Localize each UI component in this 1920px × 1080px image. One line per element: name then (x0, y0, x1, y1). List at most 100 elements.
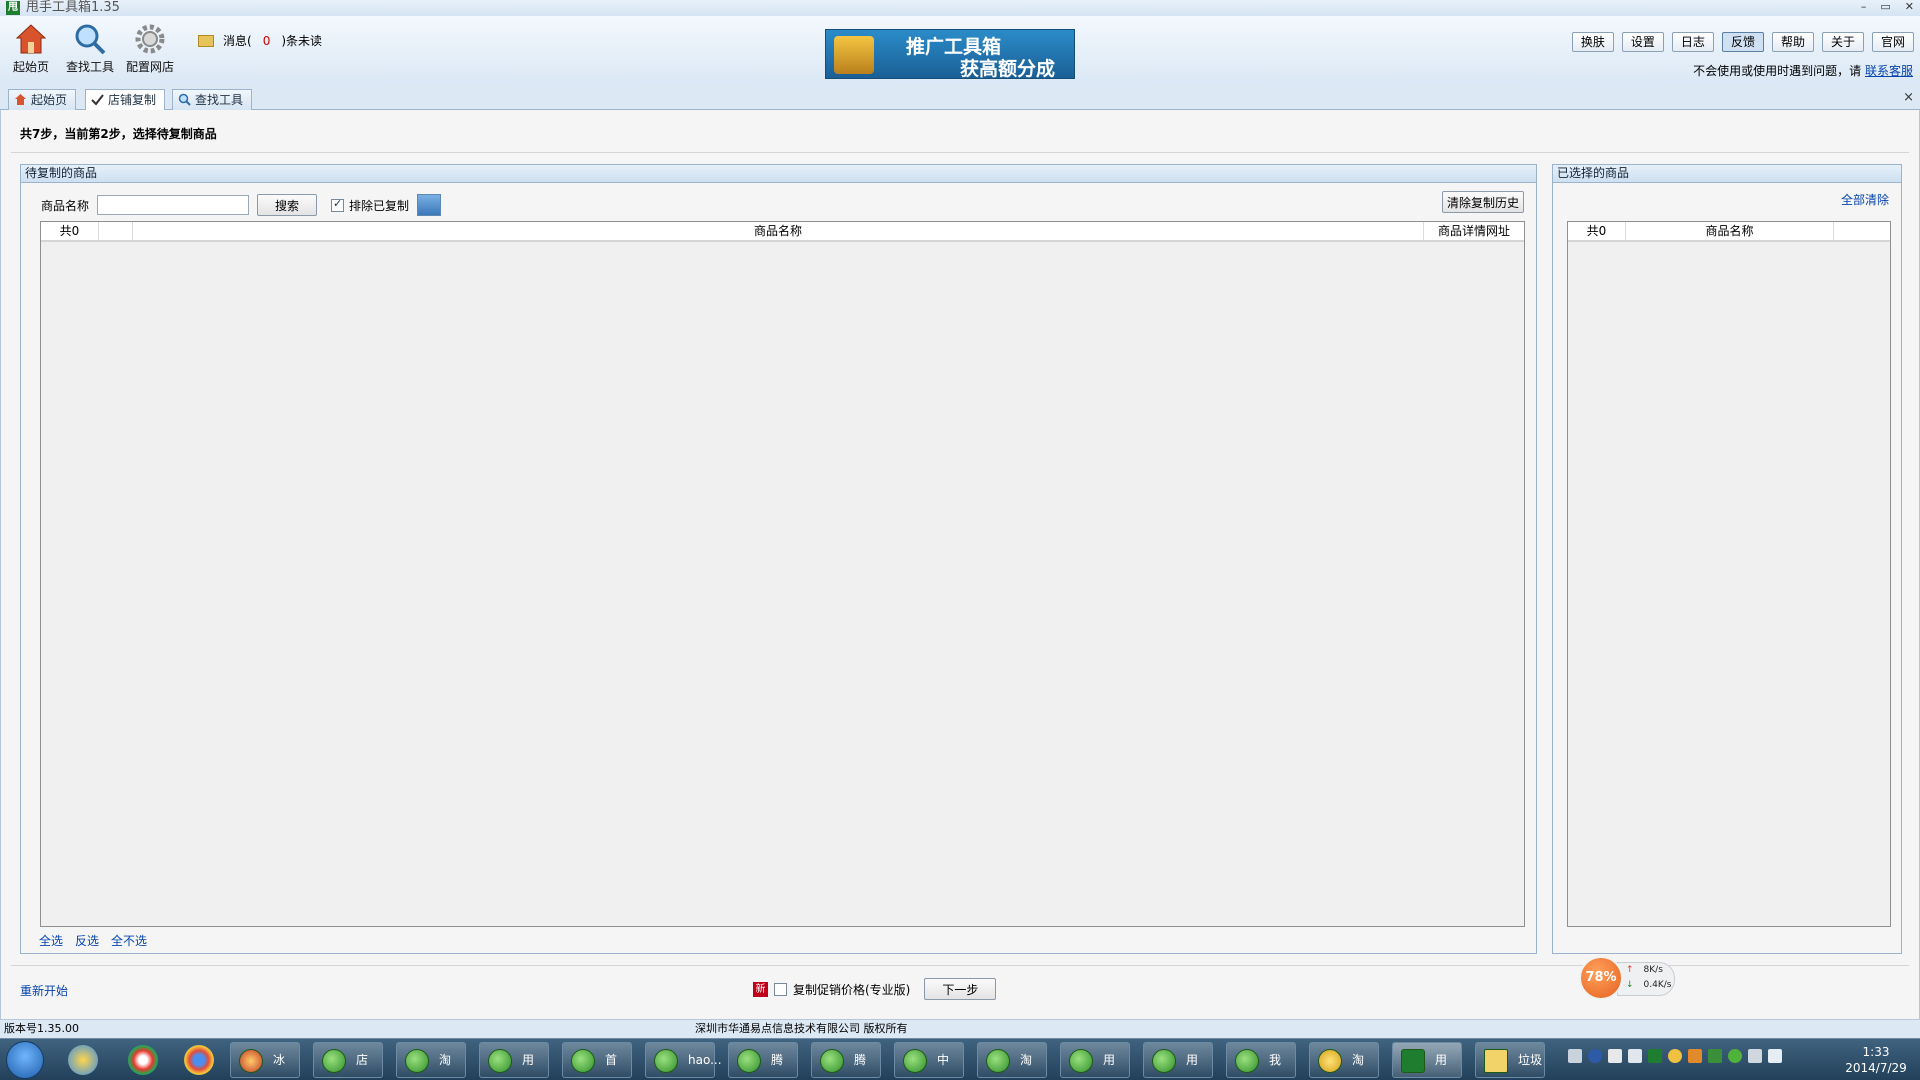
taskbar-task[interactable]: 淘宝... (1309, 1042, 1379, 1078)
copy-promo-price-label: 复制促销价格(专业版) (793, 982, 911, 997)
divider (11, 152, 1909, 153)
log-button[interactable]: 日志 (1671, 32, 1714, 52)
taskbar-task-label: 腾讯... (771, 1053, 784, 1067)
security-icon[interactable] (1728, 1049, 1742, 1063)
tab-find-tools[interactable]: 查找工具 (172, 89, 253, 110)
taskbar-task[interactable]: 用手... (1143, 1042, 1213, 1078)
taskbar-task[interactable]: 垃圾 (1475, 1042, 1545, 1078)
selection-links: 全选 反选 全不选 (39, 932, 147, 949)
copy-promo-price-checkbox[interactable] (774, 982, 787, 996)
exclude-copied-checkbox[interactable] (331, 197, 345, 212)
select-none-link[interactable]: 全不选 (111, 932, 147, 949)
camera-icon[interactable] (1628, 1049, 1642, 1063)
taskbar-task-label: 用手... (1435, 1053, 1448, 1067)
taskbar-task[interactable]: 用手... (479, 1042, 549, 1078)
close-button[interactable]: ✕ (1905, 0, 1914, 14)
help-button[interactable]: 帮助 (1771, 32, 1814, 52)
taskbar-task[interactable]: 腾讯... (728, 1042, 798, 1078)
message-indicator[interactable]: 消息( 0 )条未读 (198, 32, 322, 49)
start-button[interactable] (6, 1041, 44, 1079)
status-bar: 版本号1.35.00 深圳市华通易点信息技术有限公司 版权所有 (0, 1019, 1920, 1037)
app-icon (1152, 1049, 1176, 1073)
col-extra (1834, 222, 1890, 240)
clock[interactable]: 1:33 2014/7/29 (1836, 1044, 1916, 1076)
app-logo-icon: 甩 (6, 1, 20, 15)
taskbar-task[interactable]: 用手... (1392, 1042, 1462, 1078)
app-tray-icon[interactable] (1648, 1049, 1662, 1063)
taskbar-task-label: 店内... (356, 1053, 369, 1067)
tab-find-tools-label: 查找工具 (195, 93, 244, 107)
help-icon[interactable] (1588, 1049, 1602, 1063)
website-button[interactable]: 官网 (1871, 32, 1914, 52)
pending-products-table[interactable]: 共0 商品名称 商品详情网址 (40, 221, 1525, 927)
quicklaunch-media-icon[interactable] (128, 1045, 158, 1075)
memory-usage-ball: 78% (1579, 956, 1623, 1000)
keyboard-icon[interactable] (1568, 1049, 1582, 1063)
col-product-name: 商品名称 (1626, 222, 1834, 240)
taskbar-task[interactable]: 中国... (894, 1042, 964, 1078)
clear-all-link[interactable]: 全部清除 (1841, 191, 1889, 208)
chrome-icon[interactable] (184, 1045, 214, 1075)
taskbar-task[interactable]: 我要... (1226, 1042, 1296, 1078)
treasure-chest-icon (834, 36, 874, 74)
col-product-name: 商品名称 (133, 222, 1424, 240)
product-name-input[interactable] (97, 195, 250, 215)
app-icon (1069, 1049, 1093, 1073)
tab-home-label: 起始页 (31, 93, 68, 107)
taskbar-task[interactable]: 用手... (1060, 1042, 1130, 1078)
window-title: 甩手工具箱1.35 (26, 0, 120, 15)
checkmark-icon (91, 94, 104, 106)
taskbar-task[interactable]: 冰洁... (230, 1042, 300, 1078)
about-button[interactable]: 关于 (1821, 32, 1864, 52)
upload-speed: 8K/s (1643, 965, 1663, 975)
search-row: 商品名称 搜索 排除已复制 (41, 194, 442, 216)
app-icon (820, 1049, 844, 1073)
maximize-button[interactable]: ▭ (1880, 0, 1890, 14)
app-icon (737, 1049, 761, 1073)
taskbar-task-label: 用手... (1103, 1053, 1116, 1067)
selected-products-panel: 已选择的商品 全部清除 共0 商品名称 (1552, 164, 1902, 954)
volume-icon[interactable] (1768, 1049, 1782, 1063)
find-tools-button[interactable]: 查找工具 (61, 22, 119, 75)
feedback-button[interactable]: 反馈 (1721, 32, 1764, 52)
usb-icon[interactable] (1608, 1049, 1622, 1063)
settings-button[interactable]: 设置 (1621, 32, 1664, 52)
select-all-link[interactable]: 全选 (39, 932, 63, 949)
pending-products-panel: 待复制的商品 商品名称 搜索 排除已复制 清除复制历史 共0 商品名称 商品详情… (20, 164, 1537, 954)
taskbar-task[interactable]: hao... (645, 1042, 722, 1078)
minimize-button[interactable]: – (1861, 0, 1867, 14)
invert-selection-link[interactable]: 反选 (75, 932, 99, 949)
taskbar-task-label: 用手... (1186, 1053, 1199, 1067)
taskbar-task[interactable]: 淘宝... (977, 1042, 1047, 1078)
qq-icon[interactable] (1668, 1049, 1682, 1063)
restart-link[interactable]: 重新开始 (20, 982, 68, 999)
quicklaunch-app-icon[interactable] (68, 1045, 98, 1075)
fox-icon[interactable] (1688, 1049, 1702, 1063)
close-tab-icon[interactable]: × (1903, 90, 1914, 105)
hand-pointer-icon[interactable] (417, 194, 442, 216)
skin-button[interactable]: 换肤 (1571, 32, 1614, 52)
tab-shop-copy[interactable]: 店铺复制 (85, 89, 166, 111)
network-icon[interactable] (1748, 1049, 1762, 1063)
contact-support-link[interactable]: 联系客服 (1865, 64, 1913, 78)
network-speed-widget[interactable]: ↑ 8K/s ↓ 0.4K/s 78% (1579, 956, 1685, 1000)
taskbar-task[interactable]: 腾讯... (811, 1042, 881, 1078)
shield-icon[interactable] (1708, 1049, 1722, 1063)
selected-products-table[interactable]: 共0 商品名称 (1567, 221, 1891, 927)
taskbar-task-label: 淘宝... (1352, 1053, 1365, 1067)
tab-shop-copy-label: 店铺复制 (108, 93, 157, 107)
clock-time: 1:33 (1862, 1045, 1890, 1059)
tab-home[interactable]: 起始页 (8, 89, 77, 110)
taskbar-task[interactable]: 淘宝... (396, 1042, 466, 1078)
next-step-button[interactable]: 下一步 (924, 978, 997, 1000)
search-button[interactable]: 搜索 (257, 194, 318, 216)
config-shop-button[interactable]: 配置网店 (121, 22, 179, 75)
system-tray (1568, 1049, 1782, 1063)
windows-taskbar: 冰洁... 店内... 淘宝... 用手... 首页... hao... 腾讯... 腾讯..… (0, 1038, 1920, 1080)
home-button[interactable]: 起始页 (2, 22, 60, 75)
clear-history-button[interactable]: 清除复制历史 (1441, 191, 1524, 213)
taskbar-task[interactable]: 店内... (313, 1042, 383, 1078)
magnifier-icon (75, 24, 106, 55)
taskbar-task[interactable]: 首页... (562, 1042, 632, 1078)
promo-banner[interactable]: 推广工具箱 获高额分成 (825, 29, 1075, 80)
